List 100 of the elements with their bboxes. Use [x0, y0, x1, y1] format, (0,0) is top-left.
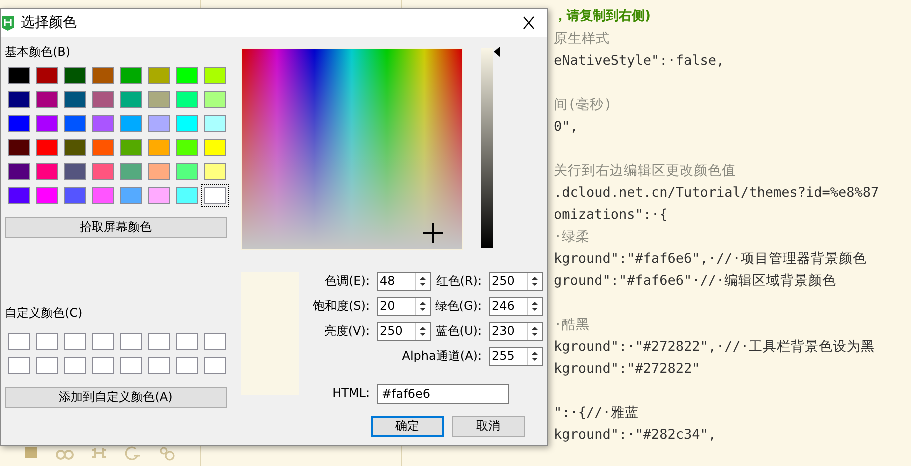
color-swatch[interactable]	[33, 160, 61, 183]
field-label: 红色(R):	[435, 273, 483, 290]
color-swatch[interactable]	[173, 112, 201, 135]
color-swatch[interactable]	[201, 160, 229, 183]
custom-swatch[interactable]	[89, 354, 117, 377]
color-swatch[interactable]	[5, 64, 33, 87]
add-custom-color-button[interactable]: 添加到自定义颜色(A)	[5, 387, 227, 408]
code-line: .dcloud.net.cn/Tutorial/themes?id=%e8%87	[554, 184, 880, 203]
code-line: 0",	[554, 118, 580, 137]
spin-field[interactable]: 250	[489, 272, 543, 291]
color-swatch[interactable]	[173, 136, 201, 159]
crosshair-icon[interactable]	[422, 223, 443, 244]
color-swatch[interactable]	[117, 88, 145, 111]
editor-heading: ，请复制到右侧)	[554, 8, 652, 26]
color-swatch[interactable]	[5, 88, 33, 111]
color-swatch[interactable]	[201, 112, 229, 135]
code-line: kground":·"#282c34",	[554, 426, 718, 445]
field-label: Alpha通道(A):	[401, 348, 483, 365]
custom-swatch[interactable]	[33, 354, 61, 377]
color-swatch[interactable]	[145, 112, 173, 135]
custom-swatch[interactable]	[173, 330, 201, 353]
color-swatch[interactable]	[33, 136, 61, 159]
color-swatch[interactable]	[117, 160, 145, 183]
code-comment: 关行到右边编辑区更改颜色值	[554, 162, 737, 181]
color-swatch[interactable]	[61, 160, 89, 183]
custom-swatch[interactable]	[5, 354, 33, 377]
color-swatch[interactable]	[117, 64, 145, 87]
brightness-bar[interactable]	[481, 48, 493, 248]
custom-swatch[interactable]	[145, 330, 173, 353]
color-swatch[interactable]	[33, 112, 61, 135]
custom-swatch[interactable]	[201, 354, 229, 377]
custom-swatch[interactable]	[201, 330, 229, 353]
custom-swatch[interactable]	[173, 354, 201, 377]
color-swatch[interactable]	[89, 112, 117, 135]
spin-field[interactable]: 250	[377, 322, 431, 341]
color-swatch[interactable]	[173, 184, 201, 207]
color-swatch[interactable]	[145, 88, 173, 111]
color-swatch[interactable]	[5, 136, 33, 159]
custom-swatch[interactable]	[89, 330, 117, 353]
color-swatch[interactable]	[117, 184, 145, 207]
color-swatch[interactable]	[89, 184, 117, 207]
code-line: kground":"#faf6e6",·//·项目管理器背景颜色	[554, 250, 868, 269]
color-swatch[interactable]	[89, 136, 117, 159]
field-label: 饱和度(S):	[312, 298, 371, 315]
custom-swatch[interactable]	[5, 330, 33, 353]
color-swatch[interactable]	[5, 160, 33, 183]
color-swatch[interactable]	[145, 64, 173, 87]
color-swatch[interactable]	[201, 88, 229, 111]
spin-field[interactable]: 48	[377, 272, 431, 291]
custom-swatch[interactable]	[61, 330, 89, 353]
field-label: HTML:	[332, 385, 371, 402]
field-label: 蓝色(U):	[434, 323, 483, 340]
spin-field[interactable]: 246	[489, 297, 543, 316]
color-swatch[interactable]	[61, 112, 89, 135]
custom-swatch[interactable]	[145, 354, 173, 377]
slider-arrow-icon[interactable]	[494, 46, 500, 57]
code-comment: 间(毫秒)	[554, 96, 614, 115]
color-swatch[interactable]	[33, 64, 61, 87]
color-swatch[interactable]	[61, 64, 89, 87]
custom-swatch[interactable]	[61, 354, 89, 377]
color-swatch[interactable]	[201, 136, 229, 159]
color-swatch[interactable]	[173, 88, 201, 111]
color-swatch[interactable]	[145, 160, 173, 183]
color-swatch[interactable]	[117, 112, 145, 135]
color-swatch[interactable]	[173, 160, 201, 183]
code-comment: ·酷黑	[554, 316, 592, 335]
ok-button[interactable]: 确定	[371, 416, 444, 437]
code-line: kground":·"#272822",·//·工具栏背景色设为黑	[554, 338, 876, 357]
color-swatch[interactable]	[61, 184, 89, 207]
custom-colors-label: 自定义颜色(C)	[5, 305, 84, 322]
color-swatch[interactable]	[201, 184, 229, 207]
color-swatch[interactable]	[61, 136, 89, 159]
color-swatch[interactable]	[33, 88, 61, 111]
color-spectrum[interactable]	[241, 48, 463, 250]
color-swatch[interactable]	[201, 64, 229, 87]
color-swatch[interactable]	[89, 88, 117, 111]
code-comment: ·绿柔	[554, 228, 592, 247]
color-swatch[interactable]	[89, 64, 117, 87]
color-swatch[interactable]	[33, 184, 61, 207]
field-label: 绿色(G):	[434, 298, 483, 315]
custom-swatch[interactable]	[117, 330, 145, 353]
custom-swatch[interactable]	[117, 354, 145, 377]
color-swatch[interactable]	[173, 64, 201, 87]
color-swatch[interactable]	[5, 112, 33, 135]
color-swatch[interactable]	[61, 88, 89, 111]
code-line: ground":"#faf6e6"·//·编辑区域背景颜色	[554, 272, 838, 291]
color-swatch[interactable]	[145, 184, 173, 207]
color-swatch[interactable]	[89, 160, 117, 183]
custom-swatch[interactable]	[33, 330, 61, 353]
color-swatch[interactable]	[117, 136, 145, 159]
color-swatch[interactable]	[5, 184, 33, 207]
field-label: 亮度(V):	[323, 323, 371, 340]
spin-field[interactable]: 255	[489, 347, 543, 366]
cancel-button[interactable]: 取消	[452, 416, 525, 437]
spin-field[interactable]: 230	[489, 322, 543, 341]
pick-screen-color-button[interactable]: 拾取屏幕颜色	[5, 217, 227, 238]
spin-field[interactable]: 20	[377, 297, 431, 316]
html-field[interactable]: #faf6e6	[377, 384, 509, 404]
color-swatch[interactable]	[145, 136, 173, 159]
code-line: eNativeStyle":·false,	[554, 52, 726, 71]
